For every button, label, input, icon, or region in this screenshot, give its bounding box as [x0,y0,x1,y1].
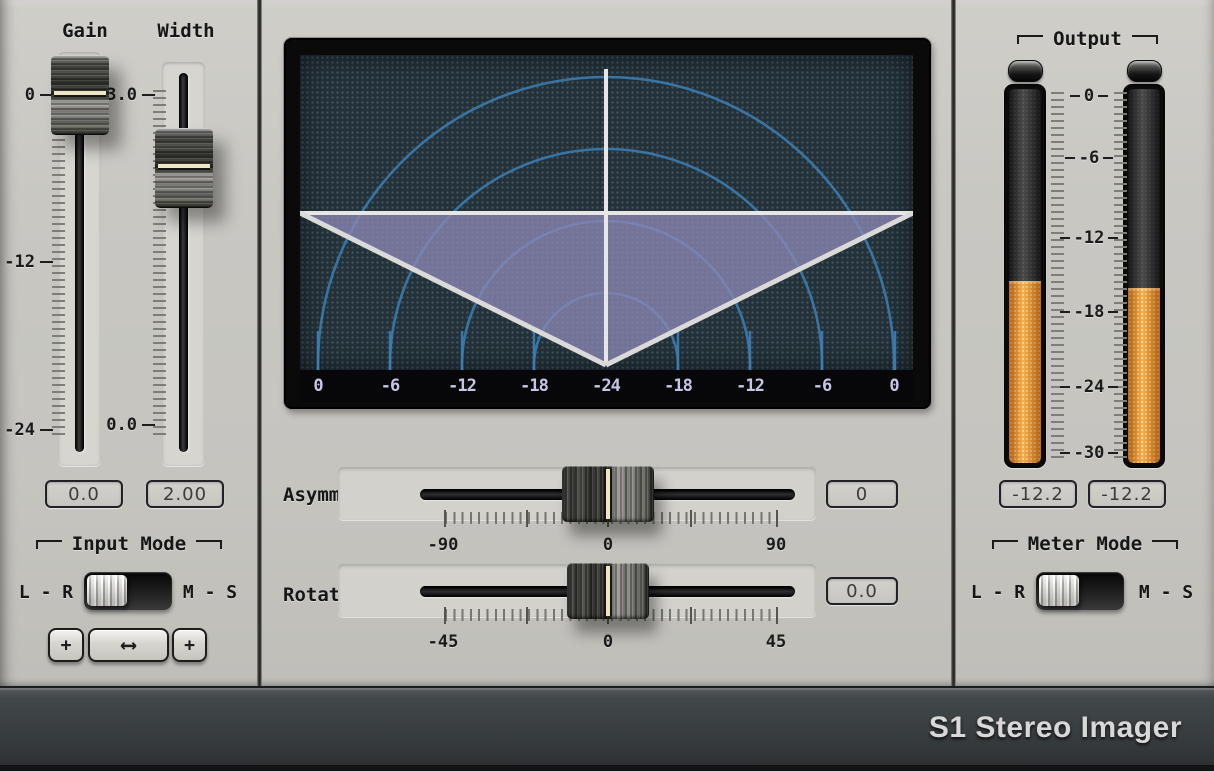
width-scale-top-label: 3.0 [106,85,137,105]
meter-scale-12-label: -12 [1074,228,1105,248]
output-meter-right-fill [1128,288,1160,463]
rotation-value-box[interactable]: 0.0 [826,577,898,605]
output-meter-left-fill [1009,281,1041,463]
input-mode-lr-label: L - R [14,582,78,603]
clip-led-left[interactable] [1008,60,1043,82]
meter-scale-12: -12 [1047,228,1131,248]
width-label: Width [150,20,222,42]
s1-stereo-imager-plugin: Gain Width 0 -12 -24 3.0 0.0 0.0 2.00 [0,0,1214,771]
width-scale-bottom-label: 0.0 [106,415,137,435]
input-mode-toggle[interactable] [84,572,172,610]
gain-scale-0-label: 0 [25,85,35,105]
asymmetry-tick-min [444,510,446,527]
asymmetry-tick-q1 [526,510,528,527]
output-meter-right [1123,84,1165,468]
meter-scale-0-label: 0 [1084,86,1094,106]
footer-bar: S1 Stereo Imager [0,686,1214,771]
clip-led-right[interactable] [1127,60,1162,82]
gain-value-box[interactable]: 0.0 [45,480,123,508]
meter-scale-18: -18 [1047,302,1131,322]
axis-label: 0 [872,376,916,396]
input-mode-section-label: Input Mode [0,533,258,555]
gain-label: Gain [50,20,120,42]
width-range-button[interactable]: ⟷ [88,628,169,662]
rotation-tick-q3 [690,607,692,624]
meter-mode-ms-label: M - S [1134,582,1198,603]
asymmetry-value-box[interactable]: 0 [826,480,898,508]
meter-mode-label: Meter Mode [1028,533,1142,555]
meter-scale-24-label: -24 [1074,377,1105,397]
output-meter-left-well [1009,89,1041,463]
asymmetry-tick-q3 [690,510,692,527]
input-mode-label: Input Mode [72,533,186,555]
output-section-label: Output [1000,28,1175,50]
meter-mode-toggle[interactable] [1036,572,1124,610]
meter-scale-24: -24 [1047,377,1131,397]
output-meter-right-well [1128,89,1160,463]
rotation-max-label: 45 [748,632,804,652]
nudge-left-button[interactable]: + [48,628,84,662]
rotation-min-label: -45 [415,632,471,652]
axis-label: -12 [728,376,772,396]
meter-scale-0: 0 [1047,86,1131,106]
rotation-mid-label: 0 [580,632,636,652]
width-scale-bottom: 0.0 [100,415,155,435]
meter-scale-30-label: -30 [1074,443,1105,463]
asymmetry-mid-label: 0 [580,535,636,555]
rotation-slider-handle[interactable] [567,563,649,619]
meter-mode-lr-label: L - R [966,582,1030,603]
width-fader-handle[interactable] [155,128,213,208]
meter-ticks-right [1114,92,1127,458]
input-mode-toggle-handle[interactable] [87,575,127,606]
left-divider [257,0,262,686]
axis-label: -6 [800,376,844,396]
axis-label: -6 [368,376,412,396]
plugin-title: S1 Stereo Imager [929,710,1182,744]
gain-scale-12: -12 [0,252,53,272]
rotation-tick-min [444,607,446,624]
meter-ticks-left [1051,92,1064,458]
meter-scale-18-label: -18 [1074,302,1105,322]
plugin-face: Gain Width 0 -12 -24 3.0 0.0 0.0 2.00 [0,0,1214,686]
asymmetry-slider-handle[interactable] [562,466,654,522]
rotation-tick-q1 [526,607,528,624]
scope-axis-strip: 0 -6 -12 -18 -24 -18 -12 -6 0 [300,370,913,402]
meter-left-value-box[interactable]: -12.2 [999,480,1077,508]
width-value-box[interactable]: 2.00 [146,480,224,508]
asymmetry-min-label: -90 [415,535,471,555]
right-divider [951,0,956,686]
arrow-left-right-icon: ⟷ [122,633,135,658]
meter-mode-section-label: Meter Mode [956,533,1214,555]
gain-scale-24: -24 [0,420,53,440]
gain-fader-handle[interactable] [51,55,109,135]
meter-right-value-box[interactable]: -12.2 [1088,480,1166,508]
axis-label: -18 [512,376,556,396]
axis-label: -24 [584,376,628,396]
meter-scale-6-label: -6 [1079,148,1099,168]
meter-scale-30: -30 [1047,443,1131,463]
meter-scale-6: -6 [1047,148,1131,168]
input-mode-ms-label: M - S [178,582,242,603]
gain-scale-12-label: -12 [4,252,35,272]
stereo-scope-display [300,55,913,370]
gain-scale-0: 0 [0,85,53,105]
axis-label: -12 [440,376,484,396]
asymmetry-max-label: 90 [748,535,804,555]
rotation-tick-max [776,607,778,624]
meter-mode-toggle-handle[interactable] [1039,575,1079,606]
nudge-right-button[interactable]: + [172,628,207,662]
output-meter-left [1004,84,1046,468]
gain-scale-24-label: -24 [4,420,35,440]
asymmetry-tick-max [776,510,778,527]
output-label: Output [1053,28,1122,50]
scope-graphics [300,55,913,370]
gain-fader-ticks [52,90,65,437]
axis-label: -18 [656,376,700,396]
axis-label: 0 [296,376,340,396]
